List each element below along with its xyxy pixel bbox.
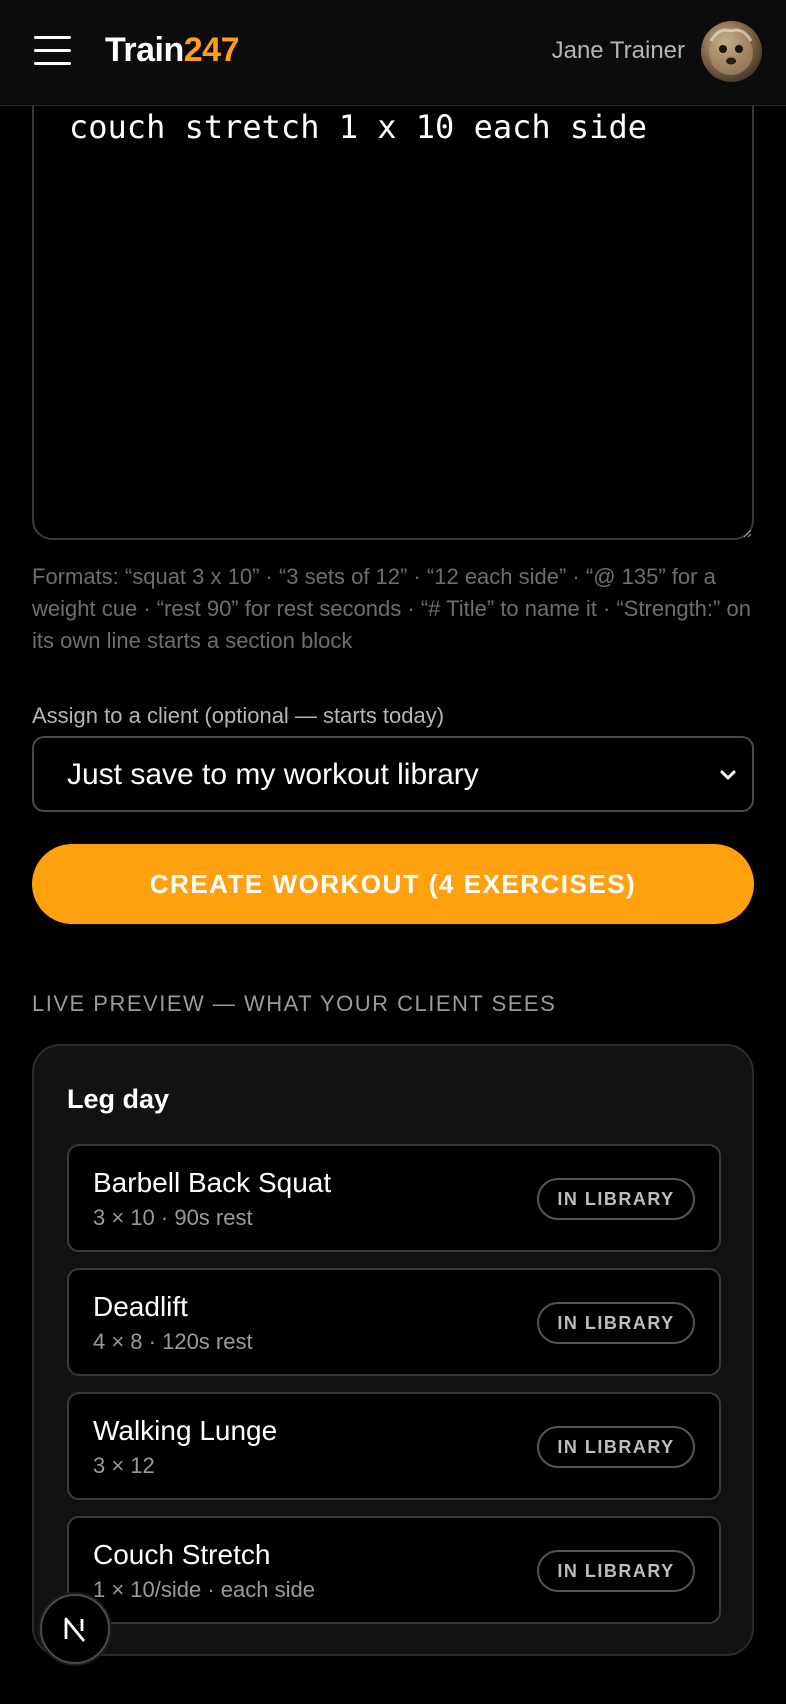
exercise-item: Barbell Back Squat 3 × 10 · 90s rest IN … (67, 1144, 721, 1252)
exercise-name: Barbell Back Squat (93, 1167, 332, 1198)
user-name: Jane Trainer (551, 37, 685, 64)
avatar-image (709, 28, 753, 75)
preview-card: Leg day Barbell Back Squat 3 × 10 · 90s … (32, 1044, 754, 1656)
brand-logo[interactable]: Train247 (105, 30, 239, 70)
in-library-badge: IN LIBRARY (537, 1426, 695, 1468)
format-help-text: Formats: “squat 3 x 10” · “3 sets of 12”… (32, 564, 751, 653)
live-preview-heading: LIVE PREVIEW — WHAT YOUR CLIENT SEES (32, 991, 557, 1016)
workout-text-value: couch stretch 1 x 10 each side (69, 108, 647, 146)
exercise-name: Walking Lunge (93, 1415, 278, 1446)
hamburger-menu-icon[interactable] (34, 36, 71, 66)
resize-grip-icon[interactable] (740, 526, 752, 538)
in-library-badge: IN LIBRARY (537, 1302, 695, 1344)
in-library-badge: IN LIBRARY (537, 1178, 695, 1220)
workout-title: Leg day (67, 1084, 170, 1114)
next-logo-icon[interactable] (40, 1594, 110, 1664)
exercise-meta: 3 × 12 (93, 1453, 155, 1478)
assign-client-label: Assign to a client (optional — starts to… (32, 703, 445, 728)
exercise-meta: 3 × 10 · 90s rest (93, 1205, 253, 1230)
exercise-item: Deadlift 4 × 8 · 120s rest IN LIBRARY (67, 1268, 721, 1376)
brand-name: Train (105, 31, 184, 69)
in-library-badge: IN LIBRARY (537, 1550, 695, 1592)
avatar[interactable] (701, 21, 762, 82)
page: couch stretch 1 x 10 each side Formats: … (0, 0, 786, 1704)
exercise-item: Couch Stretch 1 × 10/side · each side IN… (67, 1516, 721, 1624)
workout-text-input[interactable]: couch stretch 1 x 10 each side (32, 60, 754, 540)
app-header: Train247 Jane Trainer (0, 0, 786, 106)
exercise-name: Deadlift (93, 1291, 188, 1322)
chevron-down-icon (720, 770, 736, 780)
create-workout-button[interactable]: CREATE WORKOUT (4 EXERCISES) (32, 844, 754, 924)
client-select-value: Just save to my workout library (67, 758, 479, 791)
exercise-item: Walking Lunge 3 × 12 IN LIBRARY (67, 1392, 721, 1500)
exercise-name: Couch Stretch (93, 1539, 271, 1570)
client-select[interactable]: Just save to my workout library (32, 736, 754, 812)
exercise-meta: 1 × 10/side · each side (93, 1577, 315, 1602)
exercise-meta: 4 × 8 · 120s rest (93, 1329, 253, 1354)
brand-number: 247 (183, 31, 240, 69)
